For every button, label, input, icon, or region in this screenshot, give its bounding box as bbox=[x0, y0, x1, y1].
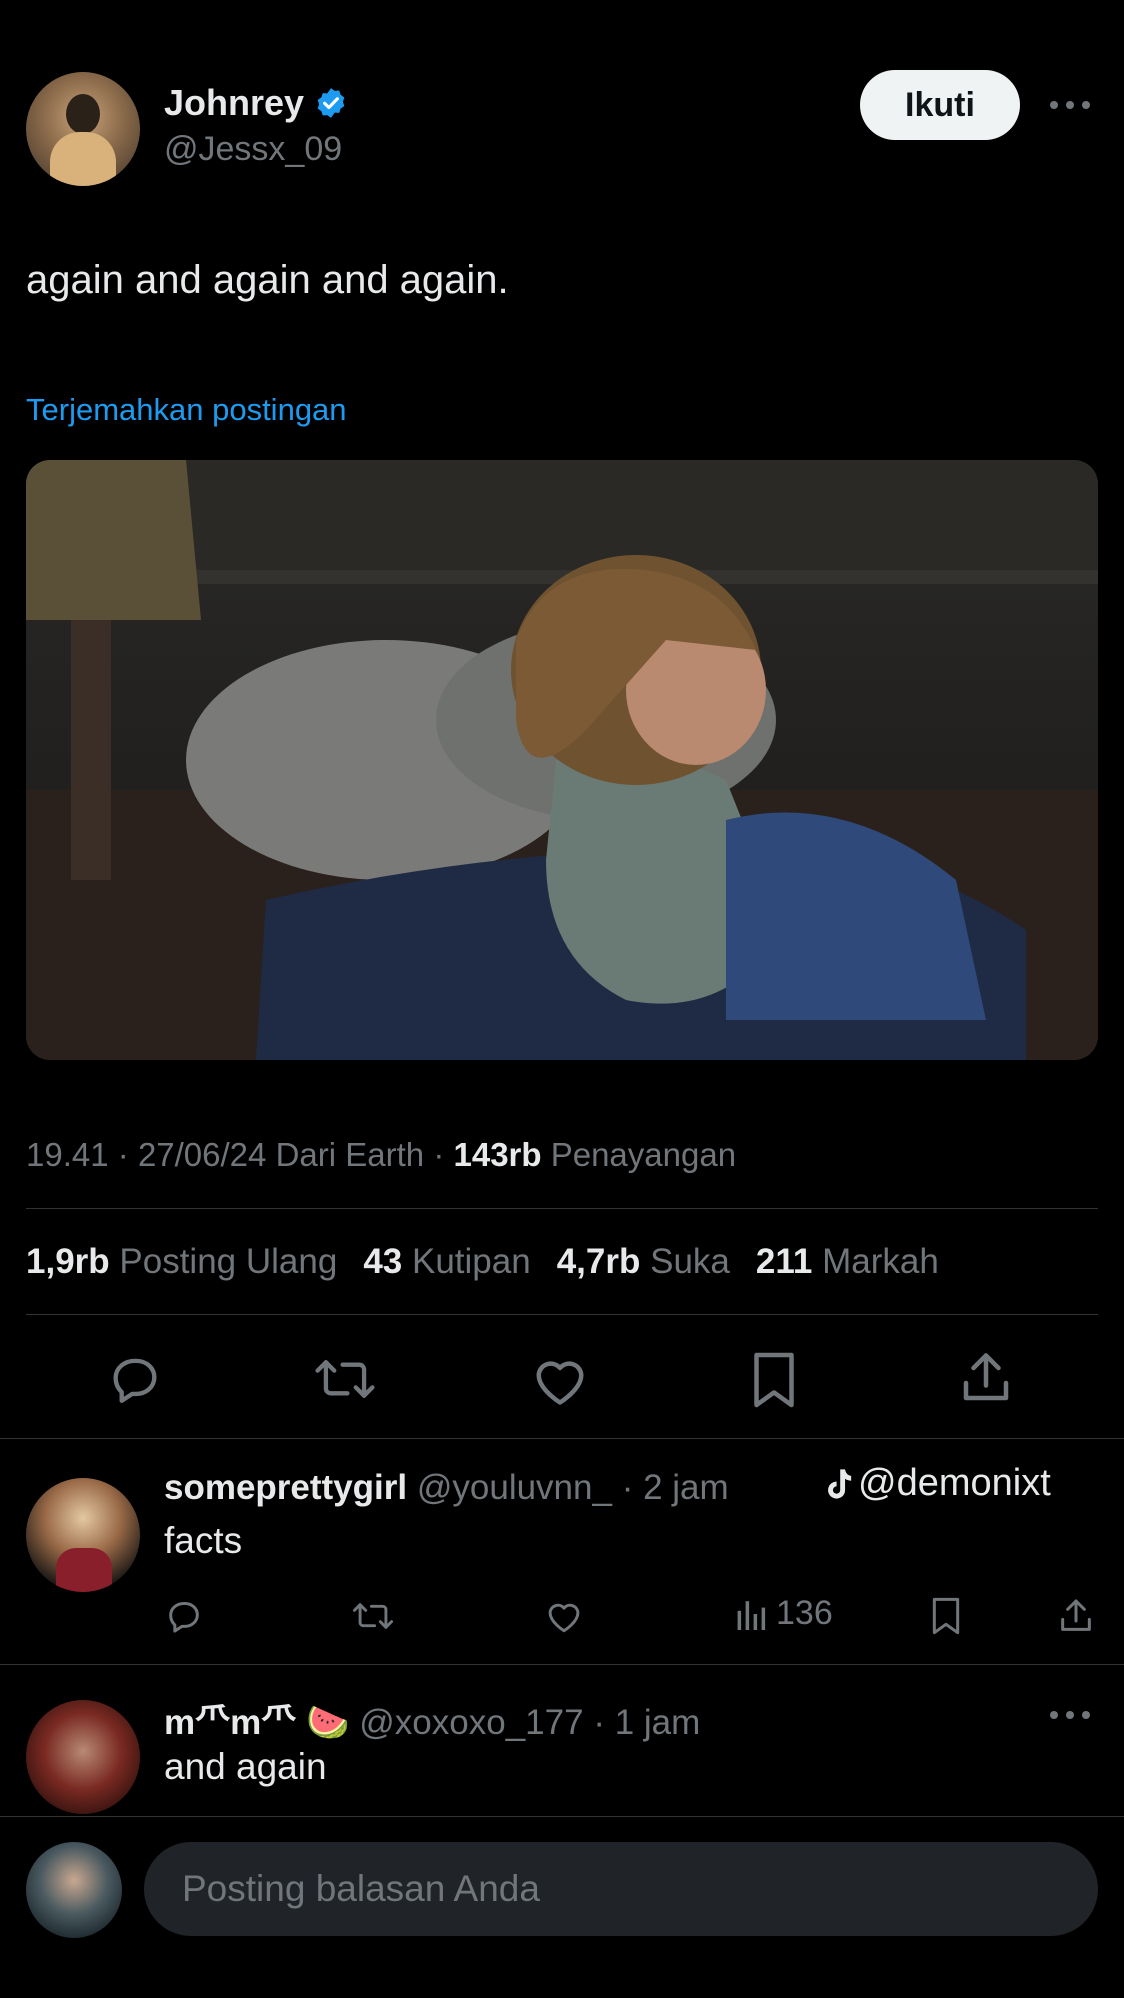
tweet-meta: 19.41 · 27/06/24 Dari Earth · 143rb Pena… bbox=[26, 1136, 737, 1173]
repost-icon[interactable] bbox=[314, 1350, 376, 1408]
reply-text: facts bbox=[164, 1520, 243, 1561]
tweet-source: Dari Earth bbox=[275, 1136, 425, 1173]
reply-time[interactable]: · 2 jam bbox=[622, 1468, 729, 1507]
reply-views-count: 136 bbox=[776, 1594, 833, 1632]
reply-input[interactable] bbox=[180, 1867, 1044, 1911]
like-icon[interactable] bbox=[530, 1352, 590, 1408]
reply-repost-icon[interactable] bbox=[352, 1596, 394, 1636]
reply-handle[interactable]: @xoxoxo_177 bbox=[359, 1703, 583, 1742]
quotes-count: 43 bbox=[363, 1242, 403, 1281]
tweet-time[interactable]: 19.41 bbox=[26, 1136, 109, 1173]
likes-stat[interactable]: 4,7rb Suka bbox=[557, 1242, 730, 1282]
tweet-text: again and again and again. bbox=[26, 258, 509, 302]
reply-compose-box[interactable] bbox=[144, 1842, 1098, 1936]
quotes-stat[interactable]: 43 Kutipan bbox=[363, 1242, 530, 1282]
reply-icon[interactable] bbox=[106, 1350, 164, 1408]
reply-text: and again bbox=[164, 1746, 327, 1787]
views-icon bbox=[736, 1596, 768, 1632]
more-icon[interactable] bbox=[1048, 96, 1092, 114]
reposts-count: 1,9rb bbox=[26, 1242, 110, 1281]
reply-reply-icon[interactable] bbox=[164, 1596, 204, 1636]
reply-name[interactable]: someprettygirl bbox=[164, 1468, 407, 1507]
reply-avatar[interactable] bbox=[26, 1700, 140, 1814]
reply-handle[interactable]: @youluvnn_ bbox=[417, 1468, 612, 1507]
tweet-date[interactable]: 27/06/24 bbox=[138, 1136, 266, 1173]
reply-views[interactable]: 136 bbox=[736, 1594, 833, 1633]
author-handle[interactable]: @Jessx_09 bbox=[164, 130, 342, 169]
reply-bookmark-icon[interactable] bbox=[930, 1596, 962, 1636]
follow-button[interactable]: Ikuti bbox=[860, 70, 1020, 140]
my-avatar[interactable] bbox=[26, 1842, 122, 1938]
reposts-stat[interactable]: 1,9rb Posting Ulang bbox=[26, 1242, 337, 1282]
views-label: Penayangan bbox=[550, 1136, 737, 1173]
reply-name[interactable]: m⺥m⺥ 🍉 bbox=[164, 1703, 350, 1742]
reply-like-icon[interactable] bbox=[544, 1598, 584, 1634]
tweet-media[interactable] bbox=[26, 460, 1098, 1060]
tiktok-icon bbox=[824, 1467, 854, 1501]
likes-count: 4,7rb bbox=[556, 1242, 641, 1281]
reposts-label: Posting Ulang bbox=[119, 1242, 338, 1281]
likes-label: Suka bbox=[650, 1242, 730, 1281]
translate-link[interactable]: Terjemahkan postingan bbox=[26, 392, 347, 428]
views-count: 143rb bbox=[453, 1136, 542, 1173]
quotes-label: Kutipan bbox=[411, 1242, 531, 1281]
watermark-text: @demonixt bbox=[858, 1462, 1051, 1504]
bookmarks-count: 211 bbox=[755, 1242, 813, 1281]
reply-avatar[interactable] bbox=[26, 1478, 140, 1592]
reply-more-icon[interactable] bbox=[1048, 1706, 1092, 1724]
share-icon[interactable] bbox=[956, 1348, 1016, 1408]
reply-share-icon[interactable] bbox=[1056, 1596, 1096, 1636]
reply-time[interactable]: · 1 jam bbox=[593, 1703, 700, 1742]
tweet-stats: 1,9rb Posting Ulang 43 Kutipan 4,7rb Suk… bbox=[26, 1242, 939, 1282]
bookmarks-stat[interactable]: 211 Markah bbox=[756, 1242, 939, 1282]
bookmark-icon[interactable] bbox=[750, 1350, 798, 1410]
author-avatar[interactable] bbox=[26, 72, 140, 186]
author-name[interactable]: Johnrey bbox=[164, 82, 304, 124]
bookmarks-label: Markah bbox=[822, 1242, 939, 1281]
verified-badge-icon bbox=[314, 86, 348, 120]
